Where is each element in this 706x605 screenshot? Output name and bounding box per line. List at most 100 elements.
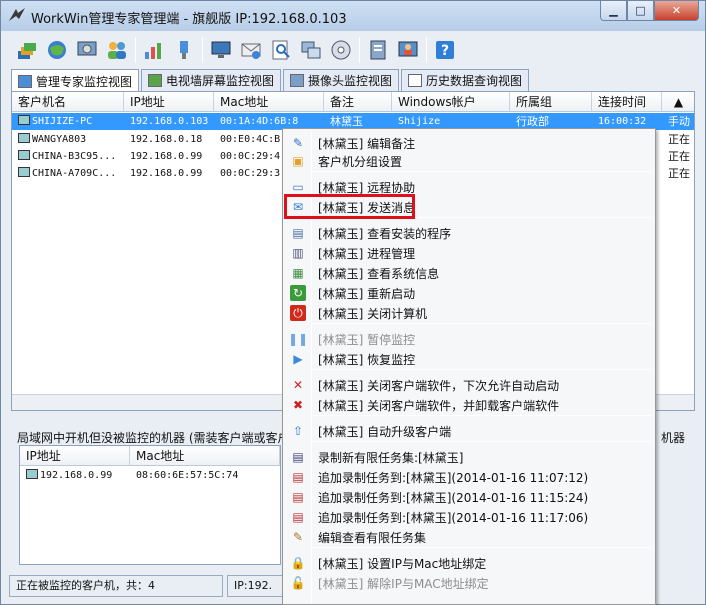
edit-tasks-icon: ✎ [292,530,304,544]
menu-separator [313,415,651,416]
context-menu-item[interactable]: ▶ [林黛玉] 恢复监控 [285,349,653,369]
client-status: 正在 [668,150,690,163]
toolbar-search-icon[interactable] [267,36,295,64]
client-status: 手动 [668,115,690,128]
tab-camera-view[interactable]: 摄像头监控视图 [283,69,400,91]
context-menu-item[interactable]: ⏻ [林黛玉] 关闭计算机 [285,303,653,323]
client-status: 正在 [668,133,690,146]
toolbar: ? [5,34,701,66]
power-icon: ⏻ [290,305,306,321]
window-title: WorkWin管理专家管理端 - 旗舰版 IP:192.168.0.103 [31,12,347,27]
record-icon: ▤ [292,450,304,464]
toolbar-monitor-icon[interactable] [207,36,235,64]
column-header[interactable]: Mac地址 [214,92,324,112]
computer-icon [26,469,38,479]
context-menu-item[interactable]: ▣ 客户机分组设置 [285,151,653,171]
film-icon: ▤ [292,470,304,484]
context-menu-item[interactable]: ❚❚ [林黛玉] 暂停监控 [285,329,653,349]
toolbar-separator [202,37,203,63]
context-menu-item[interactable]: ✕ [林黛玉] 关闭客户端软件，下次允许自动启动 [285,375,653,395]
toolbar-separator [135,37,136,63]
context-menu-label: [林黛玉] 关闭客户端软件，并卸载客户端软件 [318,398,560,413]
system-info-icon: ▦ [292,266,304,280]
context-menu-item[interactable]: ▤ 录制新有限任务集:[林黛玉] [285,447,653,467]
toolbar-stack-icon[interactable] [13,36,41,64]
context-menu-item[interactable]: 🔓 [林黛玉] 解除IP与MAC地址绑定 [285,573,653,593]
toolbar-settings-monitor-icon[interactable] [73,36,101,64]
tab-monitor-view[interactable]: 管理专家监控视图 [11,69,140,92]
restart-icon: ↻ [290,285,306,301]
toolbar-disc-icon[interactable] [327,36,355,64]
menu-separator [313,323,651,324]
column-header[interactable]: Windows帐户 [392,92,510,112]
toolbar-chart-icon[interactable] [140,36,168,64]
client-ip: 192.168.0.99 [130,168,203,179]
context-menu-label: [林黛玉] 恢复监控 [318,352,416,367]
toolbar-users-icon[interactable] [103,36,131,64]
client-name: CHINA-A709C... [32,168,117,179]
context-menu-item[interactable]: ▥ [林黛玉] 进程管理 [285,243,653,263]
uninstall-icon: ✖ [292,398,304,412]
context-menu-label: [林黛玉] 查看安装的程序 [318,226,452,241]
list-item[interactable]: 192.168.0.99 08:60:6E:57:5C:74 [20,467,280,484]
maximize-button[interactable]: □ [627,1,654,21]
context-menu-item[interactable]: ▦ [林黛玉] 查看系统信息 [285,263,653,283]
toolbar-globe-icon[interactable] [43,36,71,64]
toolbar-server-icon[interactable] [364,36,392,64]
sort-arrow-icon[interactable]: ▲ [662,92,694,112]
client-ip: 192.168.0.99 [130,151,203,162]
column-header[interactable]: IP地址 [20,446,130,466]
view-tabs: 管理专家监控视图 电视墙屏幕监控视图 摄像头监控视图 历史数据查询视图 [11,69,531,92]
pause-icon: ❚❚ [287,332,309,346]
context-menu-item[interactable]: ▤ 追加录制任务到:[林黛玉](2014-01-16 11:15:24) [285,487,653,507]
tab-label: 电视墙屏幕监控视图 [166,74,275,88]
context-menu-item[interactable]: ▤ 追加录制任务到:[林黛玉](2014-01-16 11:17:06) [285,507,653,527]
context-menu-label: [林黛玉] 关闭计算机 [318,306,428,321]
unmonitored-title: 局域网中开机但没被监控的机器 (需装客户端或客户 [17,431,290,445]
context-menu-item[interactable]: ▤ 追加录制任务到:[林黛玉](2014-01-16 11:07:12) [285,467,653,487]
context-menu-item[interactable]: 🔒 [林黛玉] 设置IP与Mac地址绑定 [285,553,653,573]
client-table-header: 客户机名 IP地址 Mac地址 备注 Windows帐户 所属组 连接时间 ▲ [12,92,694,112]
context-menu-item[interactable]: ↻ [林黛玉] 重新启动 [285,283,653,303]
context-menu-label: 客户机分组设置 [318,154,403,169]
context-menu-item[interactable]: ⇧ [林黛玉] 自动升级客户端 [285,421,653,441]
context-menu-item[interactable]: ✎ [林黛玉] 编辑备注 [285,133,653,153]
title-bar[interactable]: WorkWin管理专家管理端 - 旗舰版 IP:192.168.0.103 ▁ … [1,1,705,31]
toolbar-separator [359,37,360,63]
context-menu-label: [林黛玉] 查看系统信息 [318,266,440,281]
svg-text:?: ? [441,43,449,59]
tab-tv-wall-view[interactable]: 电视墙屏幕监控视图 [141,69,282,91]
column-header[interactable]: 备注 [324,92,392,112]
context-menu-label: [林黛玉] 远程协助 [318,180,416,195]
menu-separator [313,369,651,370]
client-ip: 192.168.0.18 [130,134,203,145]
context-menu-item[interactable]: ✎ 编辑查看有限任务集 [285,527,653,547]
column-header[interactable]: 连接时间 [592,92,662,112]
tv-wall-tab-icon [148,74,163,87]
client-name: CHINA-B3C95... [32,151,117,162]
installed-programs-icon: ▤ [292,226,304,240]
minimize-button[interactable]: ▁ [600,1,627,21]
remote-assist-icon: ▭ [292,180,304,194]
context-menu-item[interactable]: ▤ [林黛玉] 查看安装的程序 [285,223,653,243]
column-header[interactable]: 所属组 [510,92,592,112]
toolbar-usb-icon[interactable] [170,36,198,64]
tab-history-view[interactable]: 历史数据查询视图 [401,69,530,91]
toolbar-windows-icon[interactable] [297,36,325,64]
toolbar-user-screen-icon[interactable] [394,36,422,64]
unmonitored-list: IP地址 Mac地址 192.168.0.99 08:60:6E:57:5C:7… [19,445,281,565]
context-menu-item[interactable]: ✖ [林黛玉] 关闭客户端软件，并卸载客户端软件 [285,395,653,415]
close-button[interactable]: ✕ [654,1,699,21]
unmonitored-mac: 08:60:6E:57:5C:74 [136,470,239,481]
unlock-icon: 🔓 [290,576,306,590]
column-header[interactable]: IP地址 [124,92,214,112]
toolbar-mail-icon[interactable] [237,36,265,64]
computer-icon [18,150,30,160]
column-header[interactable]: Mac地址 [130,446,280,466]
tab-label: 管理专家监控视图 [36,74,133,89]
status-client-count: 正在被监控的客户机，共：4 [9,575,223,597]
client-name: WANGYA803 [32,134,87,145]
toolbar-help-icon[interactable]: ? [431,36,459,64]
play-icon: ▶ [293,352,303,366]
column-header[interactable]: 客户机名 [12,92,124,112]
